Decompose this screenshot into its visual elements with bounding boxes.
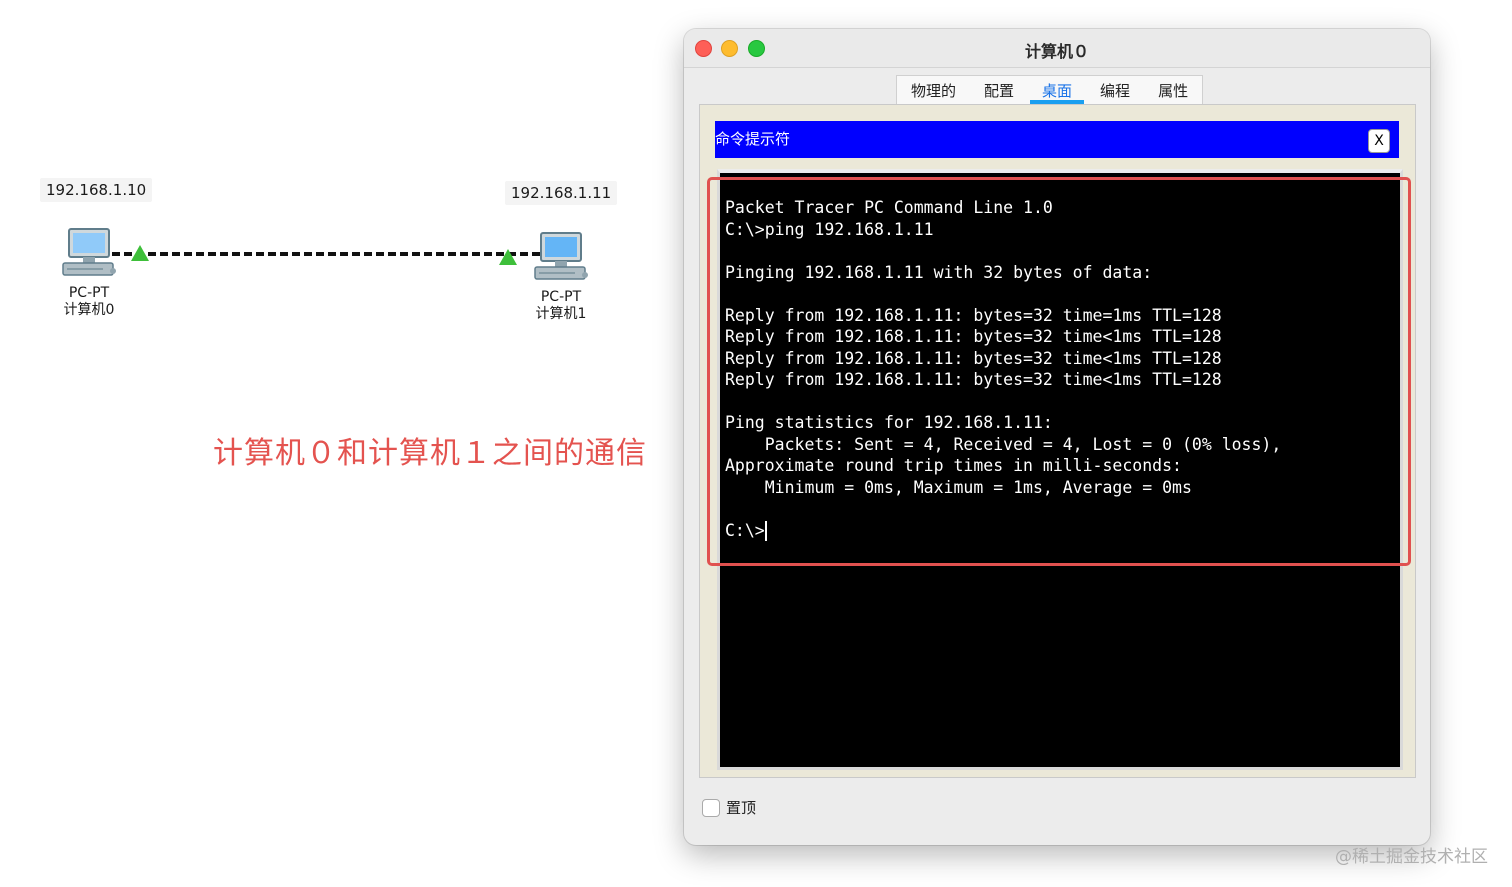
terminal-prompt: C:\>	[725, 520, 765, 540]
desktop-panel: 命令提示符 X Packet Tracer PC Command Line 1.…	[699, 104, 1416, 778]
pc0-type: PC-PT	[68, 285, 110, 301]
link-status-up-icon	[499, 249, 517, 265]
pc0-window: 计算机０ 物理的 配置 桌面 编程 属性 命令提示符 X Packet Trac…	[684, 29, 1430, 845]
tab-physical[interactable]: 物理的	[897, 76, 970, 104]
pc0-device[interactable]: PC-PT 计算机0	[53, 227, 125, 319]
pc1-type: PC-PT	[540, 289, 582, 305]
pc0-name: 计算机0	[63, 302, 115, 318]
tab-config[interactable]: 配置	[970, 76, 1028, 104]
terminal-output: Packet Tracer PC Command Line 1.0 C:\>pi…	[725, 197, 1281, 541]
command-prompt-header: 命令提示符 X	[715, 121, 1399, 158]
tab-attributes[interactable]: 属性	[1144, 76, 1202, 104]
tab-programming[interactable]: 编程	[1086, 76, 1144, 104]
always-on-top-label: 置顶	[726, 799, 757, 817]
always-on-top-row: 置顶	[702, 797, 756, 818]
annotation-text: 计算机０和计算机１之间的通信	[213, 436, 647, 471]
pc0-ip-label: 192.168.1.10	[40, 178, 153, 202]
text-cursor	[764, 521, 767, 541]
pc1-name: 计算机1	[535, 306, 587, 322]
command-prompt-title: 命令提示符	[715, 130, 791, 148]
tab-bar: 物理的 配置 桌面 编程 属性	[896, 75, 1204, 104]
window-title: 计算机０	[1024, 42, 1089, 61]
tab-desktop[interactable]: 桌面	[1028, 76, 1086, 104]
pc1-device[interactable]: PC-PT 计算机1	[525, 231, 597, 323]
command-prompt-close-button[interactable]: X	[1368, 129, 1390, 153]
pc-icon	[534, 232, 588, 280]
always-on-top-checkbox[interactable]	[702, 798, 720, 817]
watermark: @稀土掘金技术社区	[1335, 847, 1488, 867]
pc1-ip-label: 192.168.1.11	[505, 181, 618, 205]
link-status-up-icon	[131, 245, 149, 261]
window-titlebar[interactable]: 计算机０	[684, 29, 1430, 68]
terminal-text: Packet Tracer PC Command Line 1.0 C:\>pi…	[725, 198, 1282, 497]
network-link-cable[interactable]	[112, 252, 540, 256]
terminal[interactable]: Packet Tracer PC Command Line 1.0 C:\>pi…	[717, 169, 1403, 770]
